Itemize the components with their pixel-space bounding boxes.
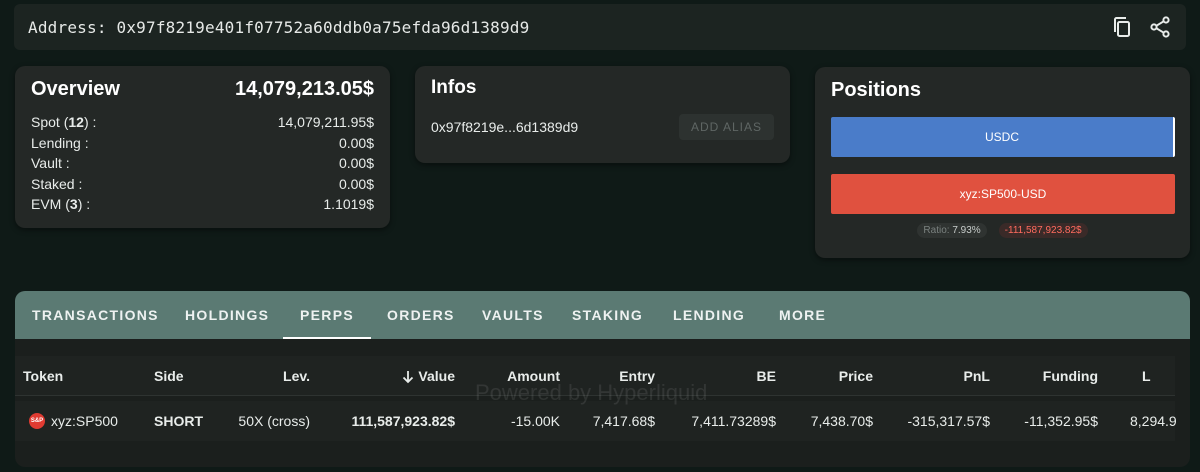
overview-row-lending: Lending : 0.00$: [31, 133, 374, 154]
evm-label: EVM: [31, 196, 62, 212]
sp500-token-icon: S&P: [29, 413, 45, 430]
token-cell: S&P xyz:SP500: [29, 401, 118, 441]
tab-bar: TRANSACTIONS HOLDINGS PERPS ORDERS VAULT…: [15, 291, 1190, 339]
overview-row-staked: Staked : 0.00$: [31, 174, 374, 195]
tab-lending[interactable]: LENDING: [673, 291, 744, 339]
col-amount[interactable]: Amount: [465, 356, 560, 396]
token-name: xyz:SP500: [51, 413, 118, 429]
staked-label: Staked :: [31, 175, 83, 192]
col-lev[interactable]: Lev.: [215, 356, 310, 396]
add-alias-button[interactable]: ADD ALIAS: [678, 114, 774, 140]
col-token[interactable]: Token: [23, 356, 63, 396]
sort-down-icon: [403, 371, 414, 384]
positions-card: Positions USDC xyz:SP500-USD Ratio: 7.93…: [815, 67, 1190, 258]
be-cell: 7,411.73289$: [691, 413, 776, 429]
price-cell: 7,438.70$: [810, 413, 873, 429]
wallet-address: Address: 0x97f8219e401f07752a60ddb0a75ef…: [28, 17, 530, 37]
tab-transactions[interactable]: TRANSACTIONS: [32, 291, 158, 339]
address-bar: Address: 0x97f8219e401f07752a60ddb0a75ef…: [14, 4, 1186, 50]
evm-count: 3: [69, 196, 78, 212]
side-cell: SHORT: [154, 413, 203, 429]
copy-icon[interactable]: [1110, 15, 1134, 39]
tab-more[interactable]: MORE: [779, 291, 825, 339]
amount-cell: -15.00K: [510, 413, 560, 429]
position-bar-usdc[interactable]: USDC: [831, 117, 1175, 157]
lending-label: Lending :: [31, 134, 89, 151]
infos-title: Infos: [431, 77, 477, 98]
positions-table-panel: TRANSACTIONS HOLDINGS PERPS ORDERS VAULT…: [15, 291, 1190, 467]
ratio-badge: Ratio: 7.93%: [917, 223, 987, 238]
col-pnl[interactable]: PnL: [895, 356, 990, 396]
overview-row-vault: Vault : 0.00$: [31, 153, 374, 174]
col-side[interactable]: Side: [154, 356, 184, 396]
positions-title: Positions: [831, 79, 922, 101]
staked-value: 0.00$: [338, 175, 374, 192]
col-entry[interactable]: Entry: [560, 356, 655, 396]
col-be[interactable]: BE: [680, 356, 776, 396]
lev-cell: 50X (cross): [238, 413, 310, 429]
pnl-badge: -111,587,923.82$: [998, 223, 1088, 238]
tab-holdings[interactable]: HOLDINGS: [185, 291, 268, 339]
overview-row-evm: EVM (3) : 1.1019$: [31, 194, 374, 215]
funding-cell: -11,352.95$: [1024, 413, 1098, 429]
vault-label: Vault :: [31, 155, 70, 171]
entry-cell: 7,417.68$: [592, 413, 655, 429]
position-bar-sp500[interactable]: xyz:SP500-USD: [831, 174, 1175, 214]
overview-row-spot: Spot (12) : 14,079,211.95$: [31, 112, 374, 133]
spot-label: Spot: [31, 114, 60, 130]
spot-count: 12: [68, 114, 84, 130]
tab-staking[interactable]: STAKING: [572, 291, 642, 339]
overview-card: Overview 14,079,213.05$ Spot (12) : 14,0…: [15, 66, 390, 228]
value-cell: 111,587,923.82$: [351, 413, 455, 429]
infos-card: Infos 0x97f8219e...6d1389d9 ADD ALIAS: [415, 66, 790, 163]
col-funding[interactable]: Funding: [1003, 356, 1098, 396]
tab-orders[interactable]: ORDERS: [387, 291, 453, 339]
spot-value: 14,079,211.95$: [277, 114, 374, 130]
share-icon[interactable]: [1148, 15, 1172, 39]
col-value: Value: [418, 368, 455, 384]
overview-title: Overview: [31, 77, 120, 100]
overview-total: 14,079,213.05$: [234, 77, 374, 100]
tab-vaults[interactable]: VAULTS: [482, 291, 542, 339]
tab-perps[interactable]: PERPS: [283, 291, 371, 339]
lending-value: 0.00$: [338, 134, 374, 151]
table-row[interactable]: S&P xyz:SP500 SHORT 50X (cross) 111,587,9…: [15, 401, 1177, 441]
vault-value: 0.00$: [338, 155, 374, 171]
short-address: 0x97f8219e...6d1389d9: [431, 119, 579, 135]
evm-value: 1.1019$: [323, 196, 374, 212]
col-extra[interactable]: L: [1142, 356, 1151, 396]
ratio-label: Ratio:: [923, 225, 950, 236]
address-actions: [1110, 15, 1172, 39]
col-value-wrap[interactable]: Value: [355, 356, 455, 396]
table-header: Token Side Lev. Value Amount Entry BE Pr…: [15, 356, 1175, 396]
extra-cell: 8,294.9: [1130, 413, 1177, 429]
pnl-cell: -315,317.57$: [907, 413, 990, 429]
col-price[interactable]: Price: [778, 356, 873, 396]
ratio-value: 7.93%: [952, 225, 981, 236]
